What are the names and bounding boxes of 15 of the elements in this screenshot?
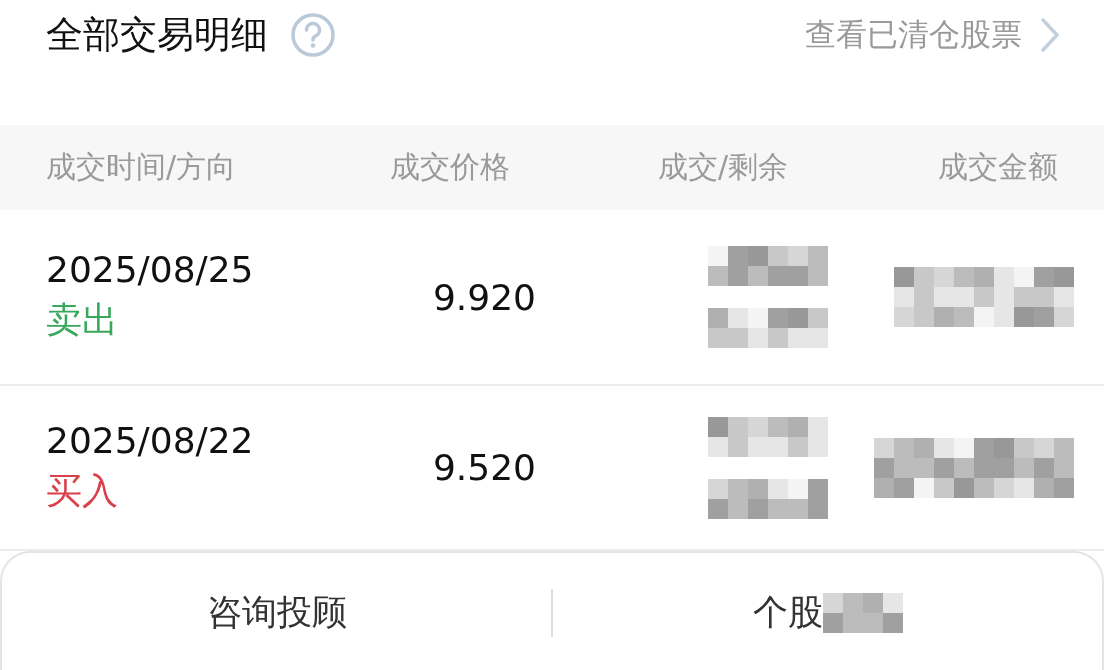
trade-date: 2025/08/22	[46, 419, 255, 461]
trade-price: 9.920	[431, 276, 537, 318]
column-header: 成交/剩余	[657, 148, 790, 186]
page-title: 全部交易明细	[46, 11, 268, 58]
trade-date: 2025/08/25	[46, 249, 255, 290]
advisor-button[interactable]: 咨询投顾	[2, 579, 551, 646]
trade-direction: 买入	[46, 468, 119, 513]
trade-price: 9.520	[431, 447, 537, 488]
chevron-right-icon	[1040, 16, 1060, 53]
column-header: 成交金额	[937, 148, 1058, 186]
trade-direction: 卖出	[46, 298, 119, 342]
help-icon[interactable]	[290, 11, 336, 58]
stock-notes-button[interactable]: 个股	[553, 579, 1102, 646]
column-header: 成交时间/方向	[46, 148, 238, 186]
column-header: 成交价格	[389, 148, 511, 186]
